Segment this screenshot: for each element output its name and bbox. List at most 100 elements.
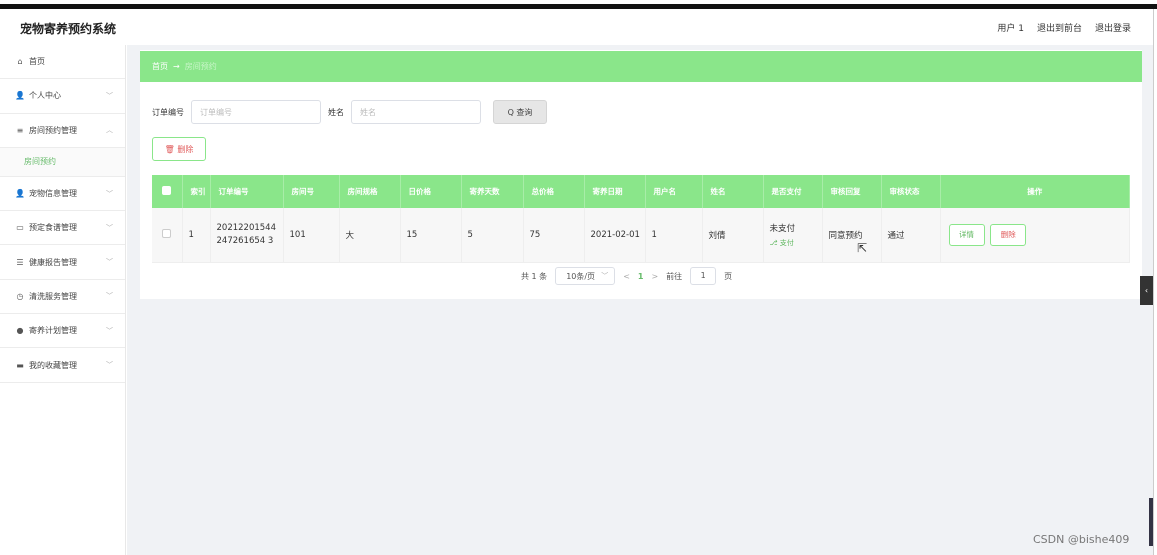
col-room-no[interactable]: 房间号: [283, 175, 340, 208]
cell-paid: 未支付 ⎇ 支付: [763, 208, 823, 263]
breadcrumb-separator: →: [173, 62, 180, 71]
paid-status: 未支付: [769, 223, 796, 234]
col-index[interactable]: 索引: [182, 175, 211, 208]
current-page[interactable]: 1: [638, 272, 644, 281]
back-to-front-link[interactable]: 退出到前台: [1037, 21, 1082, 34]
page-size-value: 10条/页: [566, 271, 596, 281]
sidebar-item-favorites[interactable]: ▬ 我的收藏管理 ﹀: [0, 348, 125, 383]
pager-total: 共 1 条: [521, 271, 548, 281]
row-checkbox[interactable]: [162, 228, 171, 238]
sidebar: ⌂ 首页 👤 个人中心 ﹀ ≡ 房间预约管理 ︿ 房间预约 👤 宠物信息管理 ﹀…: [0, 45, 126, 555]
prev-page-button[interactable]: <: [623, 272, 630, 281]
collapse-toggle-icon[interactable]: ‹: [1140, 276, 1153, 305]
page-unit-label: 页: [724, 271, 733, 281]
cell-date: 2021-02-01: [584, 208, 646, 263]
mouse-cursor-icon: ⇱: [857, 241, 868, 255]
sidebar-item-label: 预定食谱管理: [29, 223, 77, 233]
main-content: 首页 → 房间预约 订单编号 姓名 Q 查询 🗑 删除 索引 订单编号 房间号 …: [127, 45, 1153, 555]
chevron-down-icon: ﹀: [601, 272, 609, 280]
select-all-checkbox[interactable]: [162, 186, 171, 195]
col-name[interactable]: 姓名: [702, 175, 764, 208]
row-select-cell: [152, 208, 183, 263]
scrollbar[interactable]: [1149, 498, 1153, 546]
cell-order-no: 20212201544247261654 3: [210, 208, 284, 263]
cell-day-price: 15: [400, 208, 462, 263]
order-no-input[interactable]: [191, 100, 321, 124]
sidebar-item-label: 寄养计划管理: [29, 326, 77, 336]
col-username[interactable]: 用户名: [645, 175, 703, 208]
sidebar-subitem-room-booking[interactable]: 房间预约: [0, 147, 125, 177]
sidebar-item-personal[interactable]: 👤 个人中心 ﹀: [0, 79, 125, 114]
name-input[interactable]: [351, 100, 481, 124]
batch-delete-button[interactable]: 🗑 删除: [152, 137, 206, 161]
goto-label: 前往: [666, 271, 683, 281]
next-page-button[interactable]: >: [651, 272, 658, 281]
table-row: 1 20212201544247261654 3 101 大 15 5 75 2…: [152, 208, 1130, 263]
sidebar-item-health[interactable]: ☰ 健康报告管理 ﹀: [0, 245, 125, 280]
content-panel: 首页 → 房间预约 订单编号 姓名 Q 查询 🗑 删除 索引 订单编号 房间号 …: [140, 50, 1142, 299]
header-actions: 用户 1 退出到前台 退出登录: [997, 21, 1131, 34]
col-day-price[interactable]: 日价格: [400, 175, 462, 208]
header: 宠物寄养预约系统 用户 1 退出到前台 退出登录: [0, 9, 1153, 45]
sidebar-item-label: 健康报告管理: [29, 257, 77, 267]
cell-total: 75: [523, 208, 585, 263]
sidebar-item-recipe[interactable]: ▭ 预定食谱管理 ﹀: [0, 211, 125, 246]
cell-room-spec: 大: [339, 208, 401, 263]
pagination: 共 1 条 10条/页 ﹀ < 1 > 前往 1 页: [521, 267, 732, 285]
chevron-down-icon: ﹀: [106, 189, 113, 198]
detail-button[interactable]: 详情: [948, 223, 985, 246]
page-size-select[interactable]: 10条/页 ﹀: [555, 267, 616, 285]
sidebar-item-label: 宠物信息管理: [29, 189, 77, 199]
col-reply[interactable]: 审核回复: [822, 175, 882, 208]
col-days[interactable]: 寄养天数: [461, 175, 524, 208]
cell-days: 5: [461, 208, 524, 263]
user-name[interactable]: 用户 1: [997, 21, 1024, 34]
location-icon: ●: [16, 326, 24, 336]
col-paid[interactable]: 是否支付: [763, 175, 823, 208]
goto-page-input[interactable]: 1: [690, 267, 717, 285]
col-date[interactable]: 寄养日期: [584, 175, 646, 208]
sidebar-item-home[interactable]: ⌂ 首页: [0, 45, 125, 80]
sidebar-item-label: 房间预约管理: [29, 125, 77, 135]
cell-username: 1: [645, 208, 703, 263]
cell-status: 通过: [881, 208, 941, 263]
sidebar-item-label: 我的收藏管理: [29, 360, 77, 370]
user-icon: 👤: [15, 91, 25, 101]
breadcrumb: 首页 → 房间预约: [140, 51, 1142, 82]
search-bar: 订单编号 姓名 Q 查询: [152, 100, 547, 124]
breadcrumb-home[interactable]: 首页: [152, 61, 168, 72]
chat-icon: ▭: [16, 223, 24, 233]
cell-actions: 详情 删除: [940, 208, 1130, 263]
breadcrumb-current: 房间预约: [184, 62, 217, 71]
sliders-icon: ☰: [16, 257, 24, 267]
col-status[interactable]: 审核状态: [881, 175, 941, 208]
chevron-down-icon: ﹀: [106, 258, 113, 267]
sidebar-item-plan[interactable]: ● 寄养计划管理 ﹀: [0, 314, 125, 349]
query-button[interactable]: Q 查询: [493, 100, 547, 124]
home-icon: ⌂: [17, 57, 23, 67]
table-header-row: 索引 订单编号 房间号 房间规格 日价格 寄养天数 总价格 寄养日期 用户名 姓…: [152, 175, 1130, 208]
chevron-down-icon: ﹀: [106, 91, 113, 100]
chevron-down-icon: ﹀: [106, 361, 113, 370]
booking-table: 索引 订单编号 房间号 房间规格 日价格 寄养天数 总价格 寄养日期 用户名 姓…: [152, 175, 1130, 263]
sidebar-item-pet-info[interactable]: 👤 宠物信息管理 ﹀: [0, 177, 125, 212]
pay-link[interactable]: ⎇ 支付: [770, 238, 822, 248]
col-order-no[interactable]: 订单编号: [210, 175, 284, 208]
cell-room-no: 101: [283, 208, 340, 263]
sidebar-item-label: 首页: [29, 57, 45, 67]
chevron-down-icon: ﹀: [106, 326, 113, 335]
logout-link[interactable]: 退出登录: [1095, 21, 1131, 34]
col-actions: 操作: [940, 175, 1130, 208]
col-room-spec[interactable]: 房间规格: [339, 175, 401, 208]
name-label: 姓名: [328, 107, 344, 117]
app-title: 宠物寄养预约系统: [20, 22, 117, 36]
sidebar-item-cleaning[interactable]: ◷ 清洗服务管理 ﹀: [0, 280, 125, 315]
cell-index: 1: [182, 208, 211, 263]
col-total[interactable]: 总价格: [523, 175, 585, 208]
cell-name: 刘倩: [702, 208, 764, 263]
delete-button[interactable]: 删除: [990, 223, 1027, 246]
sidebar-item-label: 清洗服务管理: [29, 291, 77, 301]
order-no-label: 订单编号: [152, 107, 184, 117]
right-border: [1153, 9, 1157, 555]
sidebar-item-room-booking[interactable]: ≡ 房间预约管理 ︿: [0, 114, 125, 148]
